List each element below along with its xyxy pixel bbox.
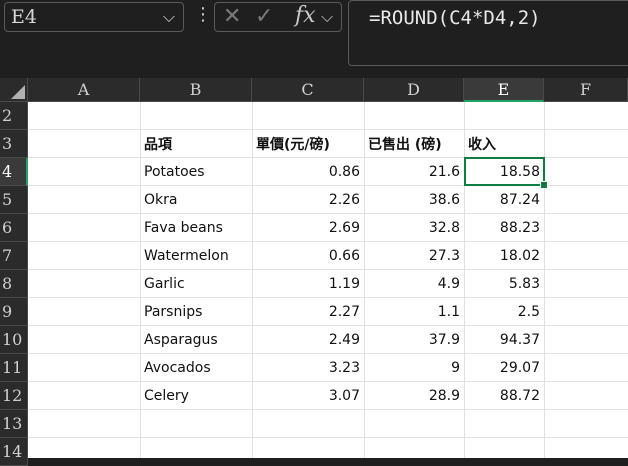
cell-item[interactable]: Okra: [144, 192, 177, 208]
cell-item[interactable]: Celery: [144, 388, 189, 404]
grid-line: [28, 129, 628, 130]
header-revenue[interactable]: 收入: [468, 134, 496, 154]
cell-price[interactable]: 3.07: [256, 388, 360, 404]
select-all-icon: [11, 85, 25, 99]
grid-line: [140, 102, 141, 458]
row-header-7[interactable]: 7: [0, 242, 28, 270]
formula-input[interactable]: =ROUND(C4*D4,2): [348, 0, 628, 66]
cell-revenue[interactable]: 5.83: [468, 276, 540, 292]
grid-line: [364, 102, 365, 458]
cancel-icon[interactable]: ✕: [223, 4, 241, 29]
cell-price[interactable]: 3.23: [256, 360, 360, 376]
row-header-5[interactable]: 5: [0, 186, 28, 214]
column-header-a[interactable]: A: [28, 78, 140, 102]
grid-line: [28, 241, 628, 242]
cell-sold[interactable]: 37.9: [368, 332, 460, 348]
cell-revenue[interactable]: 2.5: [468, 304, 540, 320]
formula-text: =ROUND(C4*D4,2): [369, 7, 541, 29]
row-header-9[interactable]: 9: [0, 298, 28, 326]
cell-area[interactable]: 品項 單價(元/磅) 已售出 (磅) 收入 Potatoes 0.86 21.6…: [28, 102, 628, 458]
fill-handle[interactable]: [540, 181, 548, 189]
cell-price[interactable]: 2.69: [256, 220, 360, 236]
row-header-8[interactable]: 8: [0, 270, 28, 298]
formula-controls: ✕ ✓ fx ⌵: [214, 2, 342, 32]
cell-price[interactable]: 2.27: [256, 304, 360, 320]
chevron-down-icon[interactable]: ⌵: [163, 7, 175, 27]
name-box-value: E4: [11, 6, 37, 28]
cell-revenue[interactable]: 18.02: [468, 248, 540, 264]
cell-item[interactable]: Watermelon: [144, 248, 229, 264]
cell-price[interactable]: 0.66: [256, 248, 360, 264]
cell-sold[interactable]: 4.9: [368, 276, 460, 292]
header-sold[interactable]: 已售出 (磅): [368, 134, 442, 154]
grid-line: [28, 325, 628, 326]
cell-revenue[interactable]: 94.37: [468, 332, 540, 348]
enter-icon[interactable]: ✓: [255, 4, 273, 29]
spreadsheet-grid: A B C D E F 2 3 4 5 6 7 8 9 10 11 12 13 …: [0, 78, 628, 466]
row-header-4[interactable]: 4: [0, 158, 28, 186]
active-cell-outline: [464, 157, 545, 186]
grid-line: [28, 437, 628, 438]
grid-line: [252, 102, 253, 458]
cell-sold[interactable]: 21.6: [368, 164, 460, 180]
row-header-14[interactable]: 14: [0, 438, 28, 466]
row-header-6[interactable]: 6: [0, 214, 28, 242]
cell-sold[interactable]: 28.9: [368, 388, 460, 404]
grid-line: [28, 269, 628, 270]
cell-item[interactable]: Asparagus: [144, 332, 218, 348]
name-box[interactable]: E4 ⌵: [4, 2, 184, 32]
grid-line: [544, 102, 545, 458]
cell-revenue[interactable]: 29.07: [468, 360, 540, 376]
cell-revenue[interactable]: 88.72: [468, 388, 540, 404]
formula-bar-area: E4 ⌵ ⋮ ✕ ✓ fx ⌵ =ROUND(C4*D4,2): [0, 0, 628, 78]
grid-line: [28, 409, 628, 410]
row-header-12[interactable]: 12: [0, 382, 28, 410]
row-header-10[interactable]: 10: [0, 326, 28, 354]
more-options-icon[interactable]: ⋮: [194, 6, 212, 24]
row-header-3[interactable]: 3: [0, 130, 28, 158]
column-header-c[interactable]: C: [252, 78, 364, 102]
grid-line: [28, 353, 628, 354]
select-all-button[interactable]: [0, 78, 28, 102]
cell-item[interactable]: Parsnips: [144, 304, 202, 320]
insert-function-icon[interactable]: fx: [295, 3, 316, 28]
cell-item[interactable]: Garlic: [144, 276, 185, 292]
cell-sold[interactable]: 27.3: [368, 248, 460, 264]
row-header-13[interactable]: 13: [0, 410, 28, 438]
cell-revenue[interactable]: 87.24: [468, 192, 540, 208]
cell-item[interactable]: Avocados: [144, 360, 211, 376]
cell-sold[interactable]: 32.8: [368, 220, 460, 236]
grid-line: [28, 297, 628, 298]
column-header-d[interactable]: D: [364, 78, 464, 102]
cell-sold[interactable]: 38.6: [368, 192, 460, 208]
grid-line: [28, 381, 628, 382]
header-price[interactable]: 單價(元/磅): [256, 134, 330, 154]
cell-item[interactable]: Fava beans: [144, 220, 223, 236]
header-item[interactable]: 品項: [144, 134, 172, 154]
cell-sold[interactable]: 9: [368, 360, 460, 376]
row-header-11[interactable]: 11: [0, 354, 28, 382]
cell-price[interactable]: 1.19: [256, 276, 360, 292]
grid-line: [28, 213, 628, 214]
row-header-2[interactable]: 2: [0, 102, 28, 130]
cell-price[interactable]: 2.49: [256, 332, 360, 348]
chevron-down-icon[interactable]: ⌵: [321, 7, 333, 27]
cell-price[interactable]: 0.86: [256, 164, 360, 180]
cell-revenue[interactable]: 88.23: [468, 220, 540, 236]
grid-line: [464, 102, 465, 458]
column-header-f[interactable]: F: [544, 78, 628, 102]
cell-sold[interactable]: 1.1: [368, 304, 460, 320]
cell-price[interactable]: 2.26: [256, 192, 360, 208]
cell-item[interactable]: Potatoes: [144, 164, 205, 180]
column-header-e[interactable]: E: [464, 78, 544, 102]
column-header-b[interactable]: B: [140, 78, 252, 102]
